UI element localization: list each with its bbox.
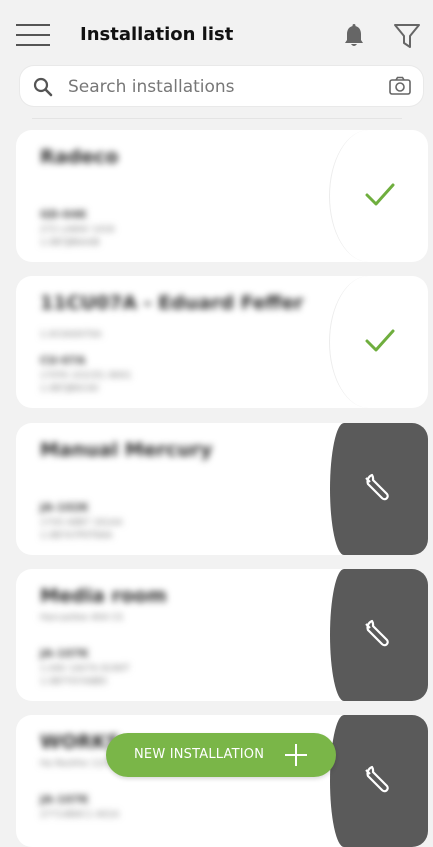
installation-card[interactable]: Media room Harcastlee 404 CS JA-107K 1.0… (16, 569, 428, 701)
search-input[interactable] (66, 74, 370, 100)
filter-icon[interactable] (392, 22, 422, 50)
installation-card[interactable]: Radeco GD-04K 272 LA8AV 1416 1.0B7JB6AAB (16, 130, 428, 262)
menu-icon[interactable] (16, 24, 50, 48)
wrench-icon (365, 765, 389, 793)
installation-serial: 17V0 A8B7 161AA (40, 518, 123, 528)
new-installation-label: NEW INSTALLATION (134, 747, 265, 762)
checkmark-icon (365, 183, 395, 206)
installation-code: JA-107K (40, 793, 89, 806)
installation-serial: 27714B4C1 A01A (40, 810, 120, 820)
service-button[interactable] (330, 715, 428, 847)
plus-icon (285, 744, 307, 766)
installation-id: 1.0B7A7P0T84A (40, 531, 113, 541)
installation-subtitle: 1.0C0A0070A (40, 330, 102, 340)
installation-subtitle: Harcastlee 404 CS (40, 613, 123, 623)
status-panel (329, 276, 428, 408)
bell-icon[interactable] (340, 22, 368, 50)
installation-code: JA-107K (40, 647, 89, 660)
service-button[interactable] (330, 423, 428, 555)
installation-id: 1.0B7Y07A8B5 (40, 677, 107, 687)
installation-name: Media room (40, 585, 167, 607)
wrench-icon (365, 473, 389, 501)
camera-icon[interactable] (388, 75, 412, 97)
installation-name: Manual Mercury (40, 439, 213, 461)
status-panel (329, 130, 428, 262)
divider (32, 118, 402, 119)
search-bar (20, 66, 423, 106)
installation-id: 1.0B7JB0CAV (40, 384, 99, 394)
installation-card[interactable]: 11CU07A - Eduard Feffer 1.0C0A0070A CU-0… (16, 276, 428, 408)
installation-name: 11CU07A - Eduard Feffer (40, 292, 304, 314)
installation-card[interactable]: Manual Mercury JA-102K 17V0 A8B7 161AA 1… (16, 423, 428, 555)
search-icon (33, 77, 53, 97)
installation-serial: 1.0AV 1AV7A 8190T (40, 664, 130, 674)
top-bar: Installation list (0, 0, 433, 66)
page-title: Installation list (80, 24, 234, 45)
installation-name: Radeco (40, 146, 119, 168)
wrench-icon (365, 619, 389, 647)
installation-serial: 272 LA8AV 1416 (40, 225, 115, 235)
service-button[interactable] (330, 569, 428, 701)
installation-serial: 170TA 101CE1 8001 (40, 371, 132, 381)
checkmark-icon (365, 329, 395, 352)
installation-id: 1.0B7JB6AAB (40, 238, 100, 248)
installation-code: JA-102K (40, 501, 89, 514)
installation-code: CU-07A (40, 354, 86, 367)
installation-code: GD-04K (40, 208, 87, 221)
new-installation-button[interactable]: NEW INSTALLATION (106, 733, 336, 777)
